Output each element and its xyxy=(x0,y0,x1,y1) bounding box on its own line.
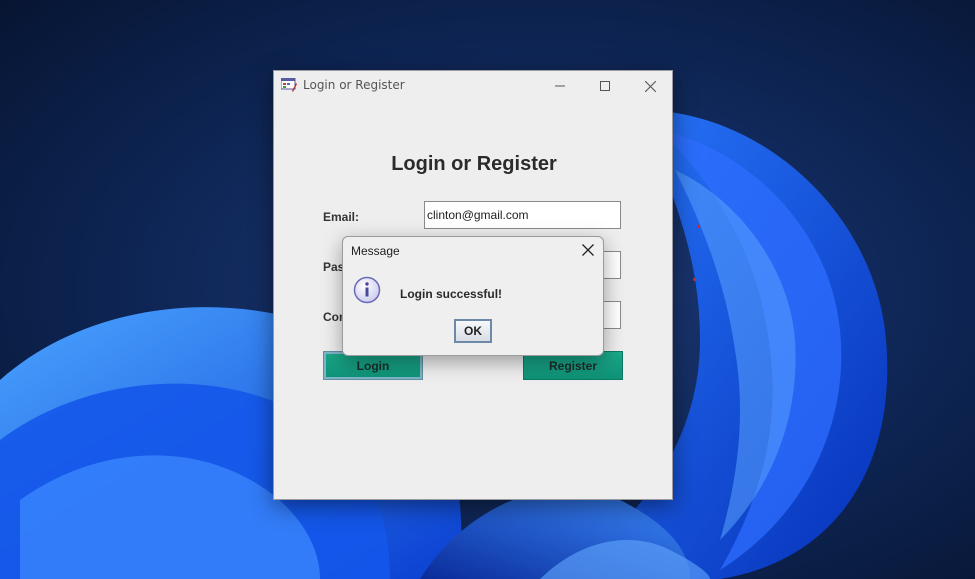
maximize-icon xyxy=(600,81,610,91)
email-label: Email: xyxy=(323,210,360,224)
info-icon xyxy=(353,276,381,304)
dialog-title: Message xyxy=(351,244,400,258)
window-title: Login or Register xyxy=(303,78,405,92)
message-dialog: Message Login successful! OK xyxy=(342,236,604,356)
desktop-red-dot xyxy=(697,225,700,228)
desktop-red-dot xyxy=(693,278,696,281)
ok-button[interactable]: OK xyxy=(454,319,492,343)
close-button[interactable] xyxy=(627,71,673,101)
window-titlebar[interactable]: Login or Register xyxy=(274,71,672,101)
page-title: Login or Register xyxy=(391,153,557,175)
close-icon xyxy=(644,80,656,92)
minimize-button[interactable] xyxy=(537,71,583,101)
maximize-button[interactable] xyxy=(582,71,628,101)
close-icon[interactable] xyxy=(581,243,595,257)
dialog-message: Login successful! xyxy=(400,287,503,301)
minimize-icon xyxy=(555,85,565,87)
java-app-icon xyxy=(281,78,297,92)
email-field[interactable] xyxy=(424,201,621,229)
